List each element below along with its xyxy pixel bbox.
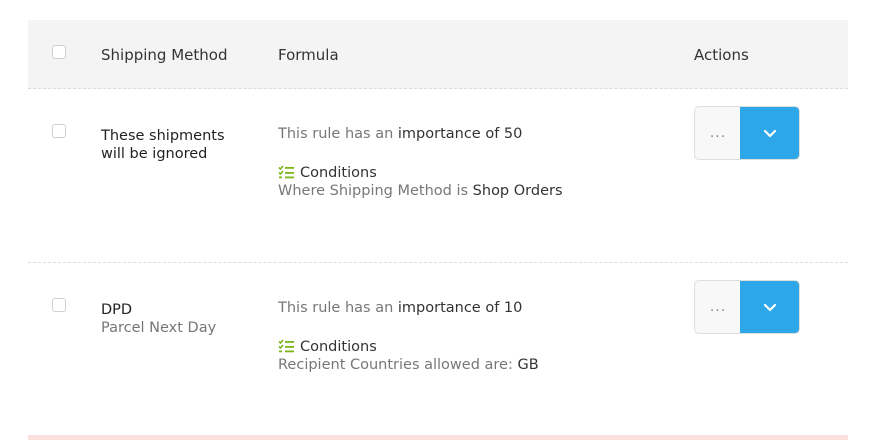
- shipping-method-name: These shipments will be ignored: [101, 128, 225, 162]
- formula-text: This rule has an importance of 10: [278, 300, 523, 316]
- shipping-method-name: DPD Parcel Next Day: [101, 301, 251, 337]
- table-row: DPD Parcel Next Day This rule has an imp…: [28, 263, 848, 436]
- conditions-heading: Conditions: [278, 339, 377, 355]
- row-checkbox[interactable]: [52, 124, 66, 138]
- header-shipping-method: Shipping Method: [101, 46, 228, 64]
- chevron-down-icon: [763, 129, 776, 137]
- row-actions: ...: [694, 106, 800, 160]
- row-actions: ...: [694, 280, 800, 334]
- more-actions-button[interactable]: ...: [695, 107, 741, 159]
- checklist-icon: [278, 339, 294, 353]
- more-actions-button[interactable]: ...: [695, 281, 741, 333]
- actions-dropdown-button[interactable]: [740, 107, 799, 159]
- conditions-heading: Conditions: [278, 165, 377, 181]
- header-actions: Actions: [694, 46, 749, 64]
- condition-description: Recipient Countries allowed are: GB: [278, 357, 539, 373]
- row-checkbox[interactable]: [52, 298, 66, 312]
- checklist-icon: [278, 165, 294, 179]
- service-name: Parcel Next Day: [101, 320, 217, 336]
- actions-dropdown-button[interactable]: [740, 281, 799, 333]
- formula-text: This rule has an importance of 50: [278, 126, 523, 142]
- header-formula: Formula: [278, 46, 339, 64]
- carrier-name: DPD: [101, 302, 133, 318]
- select-all-checkbox[interactable]: [52, 45, 66, 59]
- condition-description: Where Shipping Method is Shop Orders: [278, 183, 563, 199]
- table-header: Shipping Method Formula Actions: [28, 20, 848, 89]
- alert-banner-edge: [28, 435, 848, 440]
- chevron-down-icon: [763, 303, 776, 311]
- table-row: These shipments will be ignored This rul…: [28, 89, 848, 263]
